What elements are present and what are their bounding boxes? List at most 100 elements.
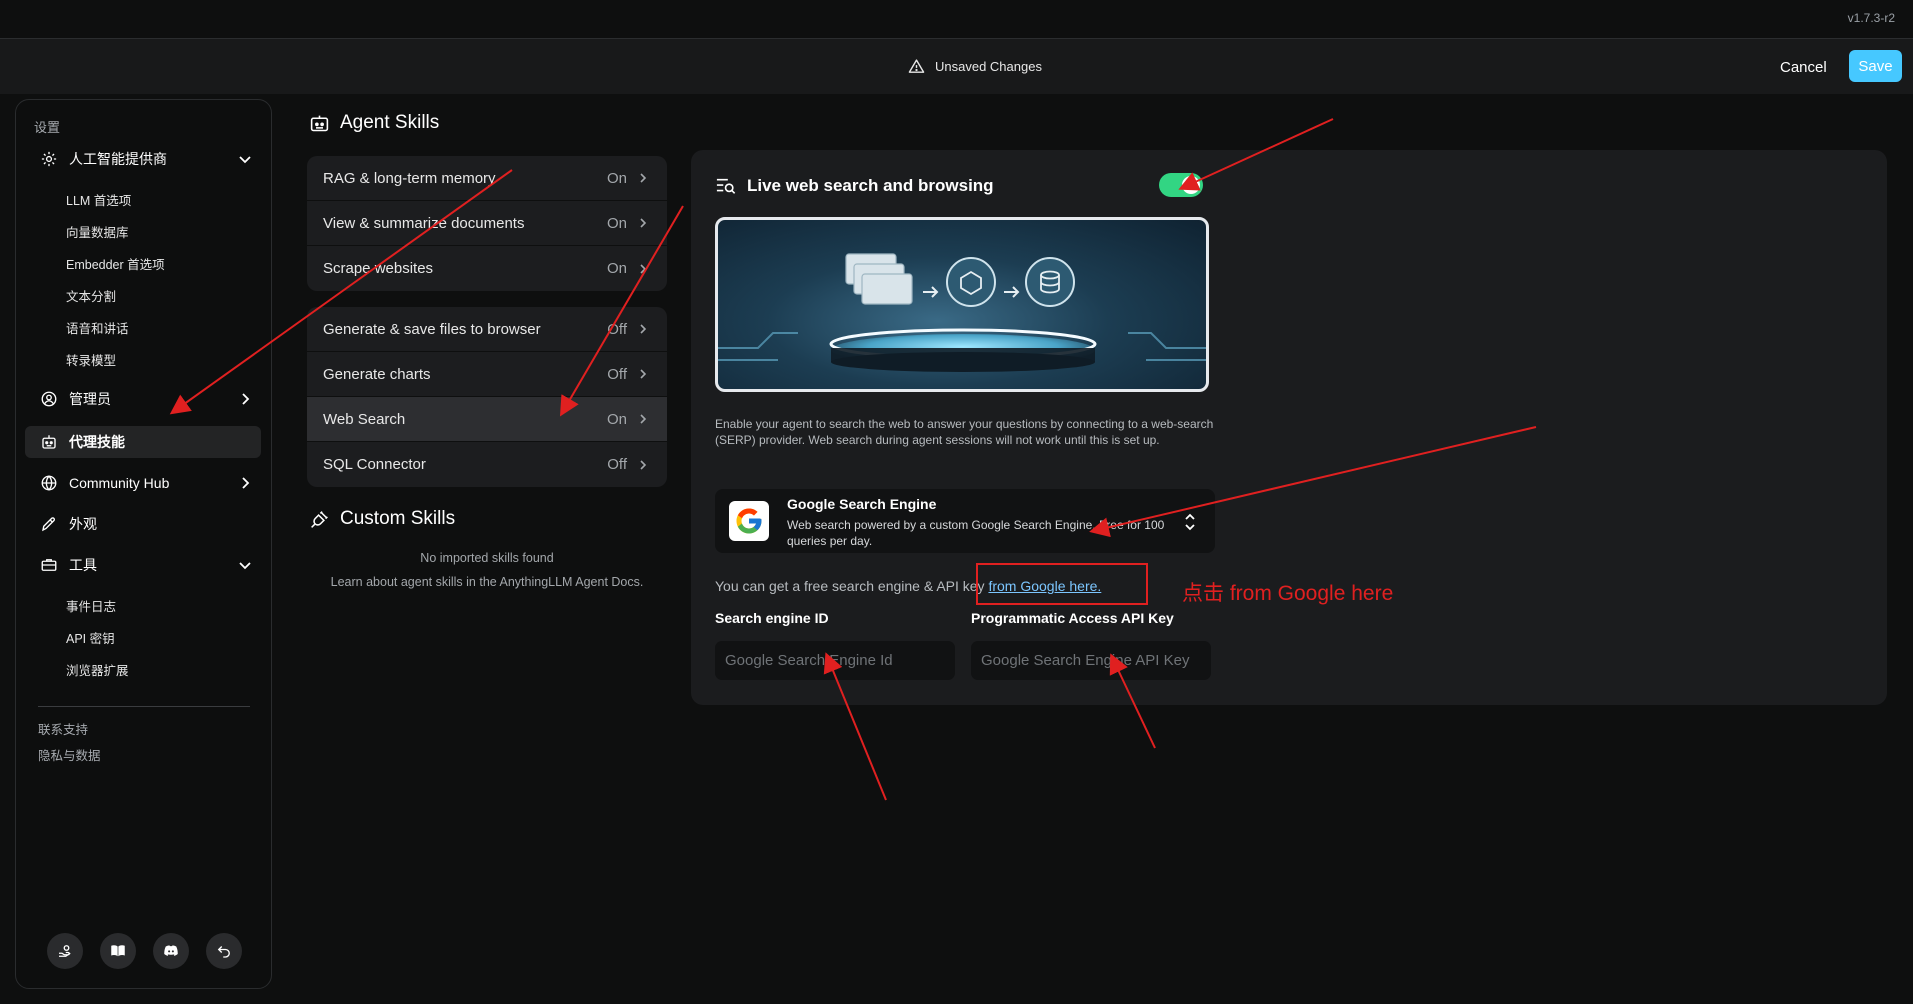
search-provider-select[interactable]: Google Search Engine Web search powered … (715, 489, 1215, 553)
detail-heading: Live web search and browsing (715, 176, 994, 196)
sidebar-subitem-api-keys[interactable]: API 密钥 (66, 628, 115, 647)
custom-skills-empty: No imported skills found (420, 551, 554, 565)
skill-label: Scrape websites (323, 260, 434, 277)
sidebar-subitem-text-split[interactable]: 文本分割 (66, 286, 116, 305)
skill-detail-panel: Live web search and browsing Enable your… (691, 150, 1887, 705)
chevron-right-icon (242, 477, 250, 489)
sidebar-item-label: Community Hub (69, 475, 170, 491)
detail-title: Live web search and browsing (747, 176, 994, 195)
google-logo-icon (729, 501, 769, 541)
sidebar-item-appearance[interactable]: 外观 (25, 508, 261, 540)
search-list-icon (716, 178, 736, 194)
web-search-toggle[interactable] (1159, 173, 1203, 197)
sidebar-subitem-transcription[interactable]: 转录模型 (66, 350, 116, 369)
warning-icon (908, 59, 925, 73)
chevron-right-icon (640, 263, 647, 274)
chevron-right-icon (640, 414, 647, 424)
chevron-up-down-icon (1185, 513, 1195, 531)
robot-icon (39, 432, 59, 452)
discord-icon[interactable] (153, 933, 189, 969)
docs-book-icon[interactable] (100, 933, 136, 969)
sidebar-subitem-llm[interactable]: LLM 首选项 (66, 190, 131, 209)
skill-state: Off (607, 456, 627, 473)
skill-label: View & summarize documents (323, 214, 525, 232)
contact-support-link[interactable]: 联系支持 (38, 719, 88, 738)
web-search-illustration (715, 217, 1209, 392)
agent-skills-title: Agent Skills (340, 112, 440, 133)
engine-id-input[interactable] (715, 641, 955, 680)
skill-state: Off (607, 365, 627, 383)
skill-row-web-search[interactable]: Web Search On (307, 397, 667, 442)
provider-name: Google Search Engine (787, 496, 937, 512)
sidebar-item-ai-providers[interactable]: 人工智能提供商 (25, 143, 261, 175)
chevron-down-icon (239, 562, 251, 570)
sidebar-item-label: 外观 (69, 516, 97, 532)
skill-state: On (606, 169, 627, 187)
sidebar-item-label: 代理技能 (69, 434, 125, 450)
sidebar-divider (38, 706, 250, 707)
annotation-note: 点击 from Google here (1182, 582, 1394, 605)
api-key-input[interactable] (971, 641, 1211, 680)
sidebar-item-label: 管理员 (69, 391, 111, 407)
pen-icon (39, 514, 59, 534)
skill-label: RAG & long-term memory (323, 169, 496, 187)
privacy-data-link[interactable]: 隐私与数据 (38, 745, 101, 764)
custom-skills-heading: Custom Skills (309, 508, 455, 530)
skill-state: On (606, 214, 627, 232)
sidebar-item-agent-skills[interactable]: 代理技能 (25, 426, 261, 458)
detail-description: Enable your agent to search the web to a… (715, 417, 1214, 447)
sidebar-subitem-vector-db[interactable]: 向量数据库 (66, 222, 129, 241)
chevron-right-icon (242, 393, 250, 405)
illustration-graphic (718, 253, 1206, 372)
sidebar-subitem-event-logs[interactable]: 事件日志 (66, 596, 116, 615)
skill-state: Off (607, 320, 627, 338)
unsaved-changes-label: Unsaved Changes (935, 59, 1042, 74)
annotation-highlight-box (976, 563, 1148, 605)
toggle-knob (1182, 176, 1200, 194)
engine-id-label: Search engine ID (715, 610, 829, 626)
gear-icon (39, 149, 59, 169)
app-root: v1.7.3-r2 Unsaved Changes Cancel Save 设置… (0, 0, 1913, 1004)
configurable-skills-list: Generate & save files to browser Off Gen… (307, 307, 667, 487)
robot-icon (310, 115, 329, 131)
save-button[interactable]: Save (1849, 50, 1902, 82)
globe-icon (39, 473, 59, 493)
chevron-right-icon (640, 218, 647, 228)
skill-row-scrape-websites[interactable]: Scrape websites On (307, 246, 667, 291)
skill-row-view-summarize[interactable]: View & summarize documents On (307, 201, 667, 246)
skill-row-generate-charts[interactable]: Generate charts Off (307, 352, 667, 397)
sidebar-subitem-voice[interactable]: 语音和讲话 (66, 318, 129, 337)
sidebar-subitem-embedder[interactable]: Embedder 首选项 (66, 254, 165, 273)
skill-row-rag-memory[interactable]: RAG & long-term memory On (307, 156, 667, 201)
settings-sidebar: 设置 人工智能提供商 LLM 首选项 向量数据库 Embedder 首选项 文本… (15, 99, 272, 989)
sidebar-item-tools[interactable]: 工具 (25, 549, 261, 581)
sidebar-subitem-browser-extension[interactable]: 浏览器扩展 (66, 660, 129, 679)
default-skills-list: RAG & long-term memory On View & summari… (307, 156, 667, 291)
custom-skills-docs-link[interactable]: Learn about agent skills in the Anything… (307, 575, 667, 589)
back-arrow-icon[interactable] (206, 933, 242, 969)
provider-description: Web search powered by a custom Google Se… (787, 518, 1165, 548)
sidebar-item-community-hub[interactable]: Community Hub (25, 467, 261, 499)
skill-state: On (606, 260, 627, 277)
skill-label: SQL Connector (323, 456, 426, 473)
chevron-down-icon (239, 156, 251, 164)
chevron-right-icon (640, 369, 647, 379)
plug-icon (311, 510, 328, 528)
custom-skills-title: Custom Skills (340, 508, 456, 529)
agent-skills-heading: Agent Skills (309, 112, 439, 134)
helper-text: You can get a free search engine & API k… (715, 578, 989, 594)
toolbox-icon (39, 555, 59, 575)
support-icon[interactable] (47, 933, 83, 969)
skill-state: On (606, 410, 627, 428)
sidebar-item-label: 人工智能提供商 (69, 151, 167, 167)
skill-row-generate-files[interactable]: Generate & save files to browser Off (307, 307, 667, 352)
skill-row-sql-connector[interactable]: SQL Connector Off (307, 442, 667, 487)
sidebar-title: 设置 (34, 120, 61, 135)
skill-label: Generate charts (323, 365, 431, 383)
user-gear-icon (39, 389, 59, 409)
skill-label: Web Search (323, 410, 406, 428)
unsaved-changes-indicator: Unsaved Changes (908, 58, 1042, 75)
sidebar-footer-icons (47, 933, 242, 969)
sidebar-item-admin[interactable]: 管理员 (25, 383, 261, 415)
cancel-button[interactable]: Cancel (1772, 54, 1835, 81)
